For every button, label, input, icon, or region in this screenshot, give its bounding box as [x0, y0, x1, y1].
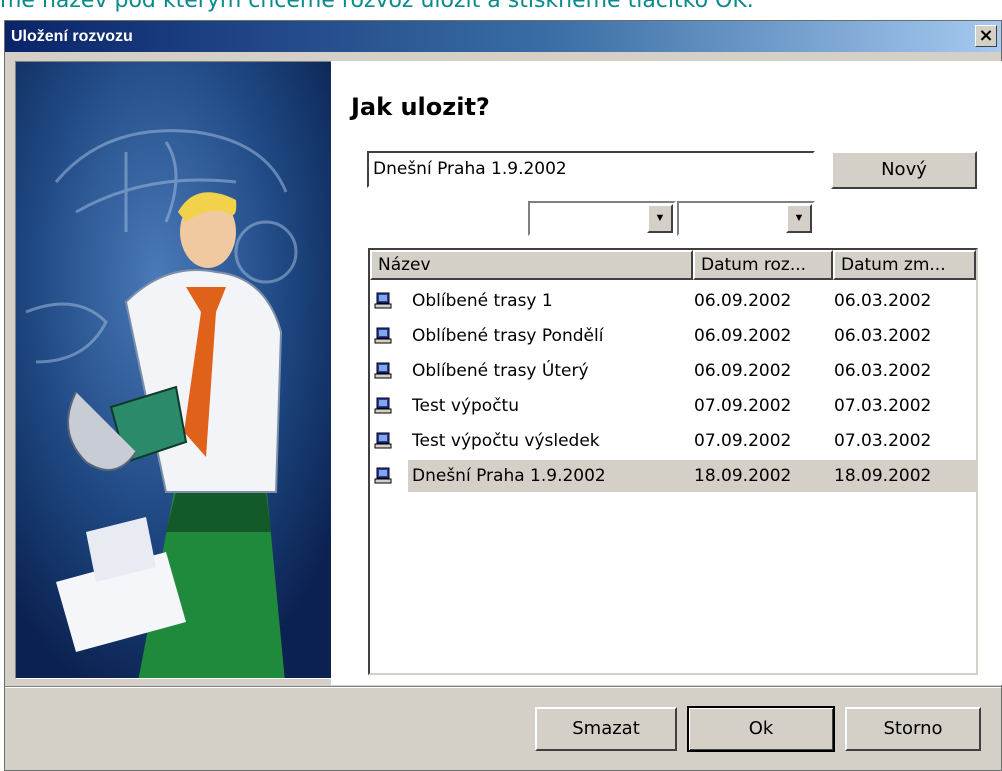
list-item[interactable]: Dnešní Praha 1.9.2002 18.09.2002 18.09.200… — [370, 459, 976, 493]
list-item[interactable]: Test výpočtu výsledek 07.09.2002 07.03.200… — [370, 424, 976, 458]
chevron-down-icon[interactable]: ▼ — [647, 204, 673, 233]
illustration-panel — [15, 61, 332, 679]
new-button[interactable]: Nový — [831, 151, 977, 189]
column-header-name[interactable]: Název — [370, 250, 693, 280]
background-caption: me název pod kterým chceme rozvoz uložit… — [0, 0, 754, 13]
row-date-modified: 18.09.2002 — [834, 466, 932, 486]
computer-icon — [374, 397, 392, 414]
row-date-created: 07.09.2002 — [694, 396, 792, 416]
close-icon: × — [978, 25, 994, 46]
separator — [5, 687, 1001, 688]
computer-icon — [374, 362, 392, 379]
row-name: Test výpočtu výsledek — [412, 431, 600, 451]
list-item[interactable]: Oblíbené trasy Úterý 06.09.2002 06.03.2002 — [370, 354, 976, 388]
filter-combo-1[interactable]: ▼ — [528, 201, 676, 236]
chevron-down-icon[interactable]: ▼ — [786, 204, 812, 233]
cancel-button[interactable]: Storno — [845, 707, 981, 751]
row-date-modified: 07.03.2002 — [834, 431, 932, 451]
row-date-modified: 07.03.2002 — [834, 396, 932, 416]
computer-icon — [374, 432, 392, 449]
filter-combo-2[interactable]: ▼ — [677, 201, 815, 236]
list-header: Název Datum roz... Datum zm... — [370, 250, 976, 280]
row-date-created: 06.09.2002 — [694, 361, 792, 381]
title-bar[interactable]: Uložení rozvozu × — [5, 21, 1001, 52]
man-reading-book-illustration — [16, 62, 331, 678]
close-button[interactable]: × — [975, 25, 997, 47]
computer-icon — [374, 292, 392, 309]
delete-button[interactable]: Smazat — [535, 707, 677, 751]
column-header-date-modified[interactable]: Datum zm... — [833, 250, 976, 280]
computer-icon — [374, 467, 392, 484]
saved-routes-list[interactable]: Název Datum roz... Datum zm... Oblíbené … — [368, 248, 978, 675]
row-date-created: 18.09.2002 — [694, 466, 792, 486]
window-title: Uložení rozvozu — [11, 28, 133, 45]
row-date-created: 07.09.2002 — [694, 431, 792, 451]
row-name: Oblíbené trasy 1 — [412, 291, 553, 311]
save-route-dialog: Uložení rozvozu × Jak ulozit? Dnešní Pra… — [4, 20, 1002, 771]
page-title: Jak ulozit? — [351, 93, 490, 121]
list-item[interactable]: Test výpočtu 07.09.2002 07.03.2002 — [370, 389, 976, 423]
row-date-modified: 06.03.2002 — [834, 361, 932, 381]
row-date-modified: 06.03.2002 — [834, 291, 932, 311]
row-date-modified: 06.03.2002 — [834, 326, 932, 346]
route-name-input[interactable]: Dnešní Praha 1.9.2002 — [367, 151, 815, 188]
row-name: Dnešní Praha 1.9.2002 — [412, 466, 606, 486]
ok-button[interactable]: Ok — [687, 706, 835, 752]
row-name: Oblíbené trasy Úterý — [412, 361, 589, 381]
row-name: Test výpočtu — [412, 396, 519, 416]
computer-icon — [374, 327, 392, 344]
column-header-date-created[interactable]: Datum roz... — [693, 250, 833, 280]
list-item[interactable]: Oblíbené trasy Pondělí 06.09.2002 06.03.20… — [370, 319, 976, 353]
row-date-created: 06.09.2002 — [694, 326, 792, 346]
row-name: Oblíbené trasy Pondělí — [412, 326, 604, 346]
list-item[interactable]: Oblíbené trasy 1 06.09.2002 06.03.2002 — [370, 284, 976, 318]
row-date-created: 06.09.2002 — [694, 291, 792, 311]
